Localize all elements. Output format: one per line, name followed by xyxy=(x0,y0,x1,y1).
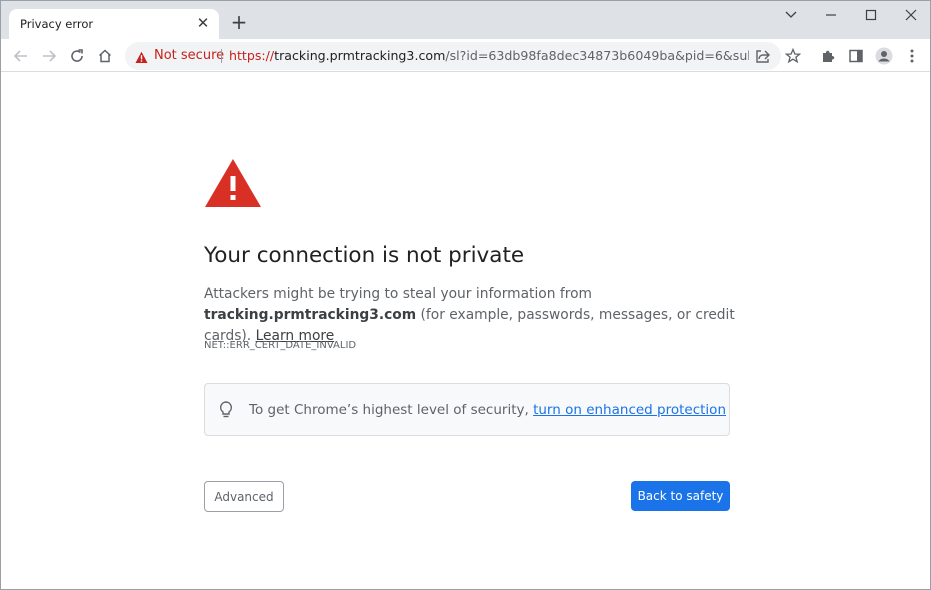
tab-privacy-error[interactable]: Privacy error ✕ xyxy=(9,9,219,39)
desc-prefix: Attackers might be trying to steal your … xyxy=(204,286,592,302)
maximize-icon[interactable] xyxy=(859,4,883,26)
omnibox-divider xyxy=(221,49,222,63)
extensions-puzzle-icon[interactable] xyxy=(816,44,840,68)
tip-prefix: To get Chrome’s highest level of securit… xyxy=(249,402,534,418)
chevron-down-icon[interactable] xyxy=(779,4,803,26)
back-arrow-icon[interactable] xyxy=(9,44,33,68)
window-close-icon[interactable] xyxy=(899,4,923,26)
back-to-safety-button[interactable]: Back to safety xyxy=(631,481,730,511)
url-scheme: https:// xyxy=(229,48,275,63)
enhanced-protection-tip: To get Chrome’s highest level of securit… xyxy=(204,383,730,436)
side-panel-icon[interactable] xyxy=(844,44,868,68)
home-icon[interactable] xyxy=(93,44,117,68)
tab-strip: Privacy error ✕ + xyxy=(1,1,930,39)
close-icon[interactable]: ✕ xyxy=(193,13,213,33)
star-icon[interactable] xyxy=(781,44,805,68)
warning-triangle-icon xyxy=(204,157,262,213)
enhanced-protection-link[interactable]: turn on enhanced protection xyxy=(533,402,726,418)
warning-icon[interactable] xyxy=(135,49,148,68)
reload-icon[interactable] xyxy=(65,44,89,68)
forward-arrow-icon[interactable] xyxy=(37,44,61,68)
url-text[interactable]: https://tracking.prmtracking3.com/sl?id=… xyxy=(229,48,749,63)
advanced-button[interactable]: Advanced xyxy=(204,481,284,512)
minimize-icon[interactable] xyxy=(819,4,843,26)
not-secure-label[interactable]: Not secure xyxy=(154,48,224,63)
profile-avatar-icon[interactable] xyxy=(872,44,896,68)
plus-icon[interactable]: + xyxy=(228,12,250,34)
error-code: NET::ERR_CERT_DATE_INVALID xyxy=(204,340,357,351)
more-vert-icon[interactable] xyxy=(900,44,924,68)
warning-description: Attackers might be trying to steal your … xyxy=(204,284,744,347)
tab-title: Privacy error xyxy=(20,17,94,31)
toolbar: Not secure https://tracking.prmtracking3… xyxy=(1,39,930,72)
lightbulb-icon xyxy=(219,401,233,423)
share-icon[interactable] xyxy=(755,48,771,64)
browser-window: Privacy error ✕ + Not secure https://tra… xyxy=(0,0,931,590)
url-path: /sl?id=63db98fa8dec34873b6049ba&pid=6&su… xyxy=(445,48,749,63)
address-bar[interactable]: Not secure https://tracking.prmtracking3… xyxy=(125,42,781,70)
url-host: tracking.prmtracking3.com xyxy=(274,48,446,63)
tip-text: To get Chrome’s highest level of securit… xyxy=(249,402,726,418)
desc-host: tracking.prmtracking3.com xyxy=(204,307,417,323)
page-title: Your connection is not private xyxy=(204,243,525,268)
